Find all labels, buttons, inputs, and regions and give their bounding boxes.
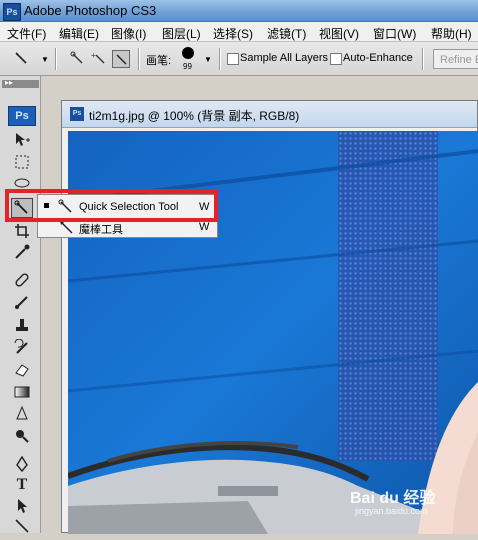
brush-dropdown-arrow-icon[interactable]: ▼ [204,55,212,64]
eraser-tool-icon[interactable] [12,361,32,379]
history-brush-icon[interactable] [12,338,32,357]
menu-file[interactable]: 文件(F) [7,25,46,42]
tool-preset-picker-icon[interactable] [12,50,30,68]
gradient-tool-icon[interactable] [12,383,32,401]
pen-tool-icon[interactable] [12,455,32,473]
panel-grip[interactable]: ▸▸ [2,78,39,88]
annotation-highlight-box [5,189,218,222]
document-title: ti2m1g.jpg @ 100% (背景 副本, RGB/8) [89,109,300,123]
move-tool-icon[interactable] [12,131,32,149]
clone-stamp-icon[interactable] [12,316,32,334]
sample-all-layers-label: Sample All Layers [240,52,329,64]
document-title-bar[interactable]: Ps ti2m1g.jpg @ 100% (背景 副本, RGB/8) [62,101,477,128]
menu-window[interactable]: 窗口(W) [373,25,416,42]
preset-dropdown-arrow-icon[interactable]: ▼ [41,55,49,64]
window-title: Adobe Photoshop CS3 [24,3,157,18]
menu-select[interactable]: 选择(S) [213,25,253,42]
watermark-url: jingyan.baidu.com [355,506,428,516]
flyout-item-shortcut: W [199,221,210,233]
blur-tool-icon[interactable] [12,405,32,423]
brush-size: 99 [183,62,192,71]
menu-bar: 文件(F) 编辑(E) 图像(I) 图层(L) 选择(S) 滤镜(T) 视图(V… [0,22,478,42]
svg-text:+: + [91,51,96,60]
menu-layer[interactable]: 图层(L) [162,25,201,42]
brush-preview-icon[interactable] [182,47,194,59]
title-bar: Ps Adobe Photoshop CS3 [0,0,478,22]
menu-filter[interactable]: 滤镜(T) [267,25,306,42]
document-window: Ps ti2m1g.jpg @ 100% (背景 副本, RGB/8) [61,100,478,534]
add-to-selection-icon[interactable]: + [90,50,108,68]
auto-enhance-checkbox[interactable] [330,53,342,65]
marquee-tool-icon[interactable] [12,153,32,171]
brush-label: 画笔: [146,55,172,67]
auto-enhance-label: Auto-Enhance [343,52,413,64]
eyedropper-tool-icon[interactable] [12,243,32,261]
refine-edge-button[interactable]: Refine E [433,49,478,69]
menu-edit[interactable]: 编辑(E) [59,25,99,42]
watermark-brand: Bai du 经验 [350,490,436,507]
healing-brush-icon[interactable] [12,271,32,289]
new-selection-icon[interactable] [68,50,86,68]
sample-all-layers-checkbox[interactable] [227,53,239,65]
dodge-tool-icon[interactable] [12,427,32,445]
path-selection-icon[interactable] [12,497,32,515]
line-tool-icon[interactable] [12,517,32,535]
type-tool-icon[interactable]: T [12,476,32,494]
app-icon: Ps [3,3,21,21]
brush-tool-icon[interactable] [12,293,32,311]
flyout-item-label: 魔棒工具 [79,224,123,236]
ps-logo[interactable]: Ps [8,106,36,126]
menu-image[interactable]: 图像(I) [111,25,146,42]
subtract-from-selection-icon[interactable] [112,50,130,68]
crop-tool-icon[interactable] [12,222,32,240]
document-icon: Ps [70,107,84,121]
menu-view[interactable]: 视图(V) [319,25,359,42]
options-bar: ▼ + 画笔: 99 ▼ Sample All Layers Auto-Enha… [0,42,478,76]
menu-help[interactable]: 帮助(H) [431,25,472,42]
